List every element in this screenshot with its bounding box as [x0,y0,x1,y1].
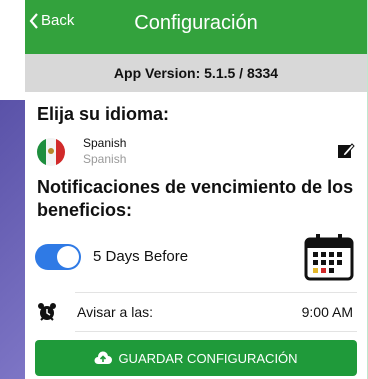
calendar-icon [304,234,354,281]
save-button-label: GUARDAR CONFIGURACIÓN [118,350,298,366]
mexico-flag-icon [37,138,65,166]
settings-panel: Back Configuración App Version: 5.1.5 / … [25,0,367,379]
version-text: App Version: 5.1.5 / 8334 [113,65,279,81]
language-heading: Elija su idioma: [37,104,170,124]
alarm-label: Avisar a las: [77,304,153,320]
language-subtitle: Spanish [83,152,127,166]
language-name: Spanish [83,136,127,150]
language-row[interactable]: Spanish Spanish [37,134,357,166]
save-settings-button[interactable]: GUARDAR CONFIGURACIÓN [35,340,357,376]
divider [75,331,357,332]
divider [75,292,357,293]
alarm-row: Avisar a las: 9:00 AM [25,296,367,328]
alarm-time-value[interactable]: 9:00 AM [302,304,353,320]
version-bar: App Version: 5.1.5 / 8334 [25,54,367,92]
navbar: Back Configuración [25,0,367,54]
cloud-upload-icon [94,351,113,364]
page-title: Configuración [134,12,258,34]
notification-row: 5 Days Before [25,232,367,288]
days-before-label: 5 Days Before [93,248,189,265]
alarm-clock-icon [38,303,56,321]
notification-toggle[interactable] [35,244,81,270]
edit-icon[interactable] [337,142,355,160]
notifications-heading: Notificaciones de vencimiento de los ben… [37,177,354,220]
